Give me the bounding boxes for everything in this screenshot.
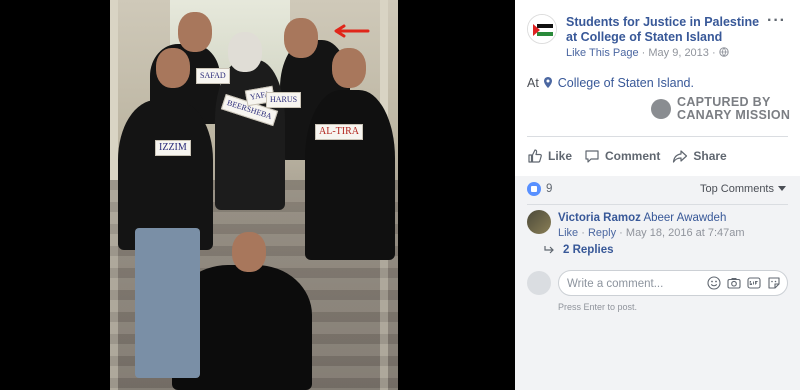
photo-sign: SAFAD	[196, 68, 230, 84]
globe-icon	[719, 47, 729, 57]
reaction-summary[interactable]: 9	[527, 182, 552, 196]
watermark-line: CANARY MISSION	[677, 108, 791, 122]
location-pin-icon	[544, 77, 553, 88]
emoji-icon[interactable]	[707, 276, 721, 290]
watermark-text: CAPTURED BY CANARY MISSION	[677, 96, 790, 122]
comment-button[interactable]: Comment	[584, 144, 660, 168]
photo-head	[178, 12, 212, 52]
meta-separator: ·	[711, 47, 716, 59]
photo-head	[232, 232, 266, 272]
post-photo[interactable]: IZZIM SAFAD BEERSHEBA YAFA HARUS AL-TIRA	[110, 0, 398, 390]
camera-icon[interactable]	[727, 276, 741, 290]
post-actions: Like Comment Share	[527, 144, 788, 168]
comment-date[interactable]: May 18, 2016 at 7:47am	[626, 227, 745, 239]
photo-viewer: IZZIM SAFAD BEERSHEBA YAFA HARUS AL-TIRA	[0, 0, 515, 390]
composer-hint: Press Enter to post.	[558, 302, 638, 312]
like-icon	[528, 149, 542, 163]
composer-tools	[707, 276, 781, 290]
share-icon	[673, 150, 688, 163]
comment-reply-link[interactable]: Reply	[588, 227, 616, 239]
comments-section: 9 Top Comments Victoria Ramoz Abeer Awaw…	[515, 176, 800, 390]
reaction-count: 9	[546, 183, 553, 195]
view-replies-link[interactable]: 2 Replies	[544, 244, 614, 256]
like-button[interactable]: Like	[527, 144, 572, 168]
divider	[527, 204, 788, 205]
post-date[interactable]: May 9, 2013	[648, 47, 709, 59]
commenter-avatar[interactable]	[527, 210, 551, 234]
sticker-icon[interactable]	[767, 276, 781, 290]
photo-head	[228, 32, 262, 72]
page-name-link[interactable]: Students for Justice in Palestine at Col…	[566, 15, 772, 45]
photo-person	[305, 90, 395, 260]
location-prefix: At	[527, 76, 539, 90]
gif-icon[interactable]	[747, 276, 761, 290]
comment-meta: Like · Reply · May 18, 2016 at 7:47am	[558, 227, 745, 239]
photo-head	[332, 48, 366, 88]
post-meta: Like This Page · May 9, 2013 ·	[566, 47, 729, 59]
post-location: At College of Staten Island.	[527, 76, 694, 90]
comment-label: Comment	[605, 149, 661, 163]
photo-sign: IZZIM	[155, 140, 191, 156]
page-avatar-image	[528, 15, 556, 43]
photo-head	[284, 18, 318, 58]
meta-separator: ·	[581, 227, 585, 239]
meta-separator: ·	[619, 227, 623, 239]
comment-author-link[interactable]: Victoria Ramoz	[558, 212, 641, 224]
red-arrow-icon	[334, 24, 370, 38]
comment-icon	[585, 150, 599, 163]
photo-person-jeans	[135, 228, 200, 378]
comment-sort-label: Top Comments	[700, 183, 774, 195]
photo-head	[156, 48, 190, 88]
page-avatar[interactable]	[527, 14, 557, 44]
comment-composer	[527, 268, 788, 298]
like-label: Like	[548, 149, 573, 163]
comment-body: Victoria Ramoz Abeer Awawdeh	[558, 212, 726, 224]
comment-tagged-user[interactable]: Abeer Awawdeh	[643, 212, 726, 224]
more-icon[interactable]: ···	[767, 12, 786, 30]
comment-input-box[interactable]	[558, 270, 788, 296]
canary-logo-icon	[651, 99, 671, 119]
comment-input[interactable]	[567, 275, 699, 293]
post-header: Students for Justice in Palestine at Col…	[527, 12, 790, 64]
current-user-avatar	[527, 271, 551, 295]
post-details-panel: Students for Justice in Palestine at Col…	[515, 0, 800, 390]
divider	[527, 136, 788, 137]
comment-like-link[interactable]: Like	[558, 227, 578, 239]
canary-mission-watermark: CAPTURED BY CANARY MISSION	[651, 96, 791, 124]
meta-separator: ·	[641, 47, 646, 59]
like-reaction-icon	[527, 182, 541, 196]
reply-arrow-icon	[544, 246, 554, 254]
replies-label: 2 Replies	[563, 244, 614, 256]
share-label: Share	[693, 149, 727, 163]
share-button[interactable]: Share	[672, 144, 727, 168]
caret-down-icon	[778, 186, 786, 191]
photo-sign: AL-TIRA	[315, 124, 363, 140]
location-link[interactable]: College of Staten Island.	[558, 76, 694, 90]
like-page-link[interactable]: Like This Page	[566, 47, 639, 59]
comment-sort-dropdown[interactable]: Top Comments	[700, 183, 786, 195]
photo-sign: HARUS	[266, 92, 302, 108]
